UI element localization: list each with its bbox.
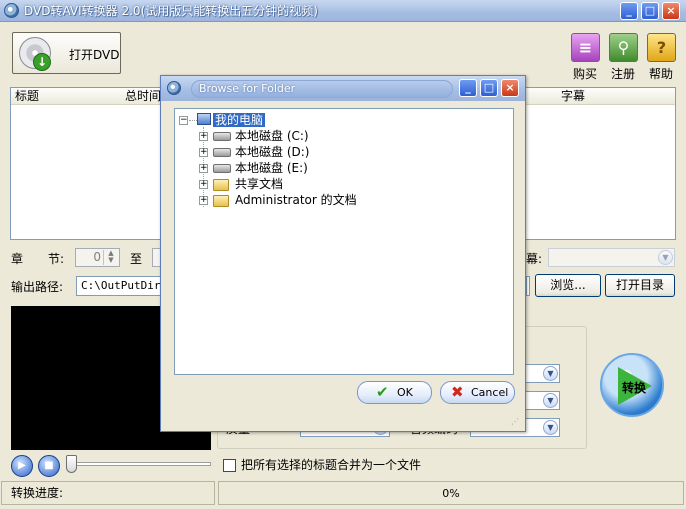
ok-button[interactable]: ✔ OK <box>357 381 432 404</box>
ok-label: OK <box>397 386 413 399</box>
tree-item-drive-d[interactable]: 本地磁盘 (D:) <box>235 144 309 160</box>
minimize-button[interactable]: _ <box>620 2 638 20</box>
column-total-time[interactable]: 总时间 <box>125 89 161 104</box>
tree-line <box>189 120 197 121</box>
chapter-from-value: 0 <box>93 250 101 264</box>
folder-icon <box>213 195 229 207</box>
seek-slider-track[interactable] <box>69 462 211 466</box>
dialog-titlebar[interactable]: Browse for Folder _ □ × <box>161 76 525 101</box>
merge-titles-label[interactable]: 把所有选择的标题合并为一个文件 <box>241 458 421 472</box>
chevron-down-icon[interactable]: ▼ <box>658 250 673 265</box>
resize-grip-icon[interactable]: ⋰ <box>511 417 521 427</box>
key-icon[interactable]: ⚲ <box>609 33 638 62</box>
chevron-down-icon[interactable]: ▼ <box>543 366 558 381</box>
progress-percent: 0% <box>442 487 460 500</box>
progress-label: 转换进度: <box>11 486 64 500</box>
expand-icon[interactable]: + <box>199 164 208 173</box>
collapse-icon[interactable]: − <box>179 116 188 125</box>
chapter-label: 章 <box>11 252 24 266</box>
help-icon[interactable]: ? <box>647 33 676 62</box>
open-directory-button[interactable]: 打开目录 <box>605 274 675 297</box>
play-button[interactable]: ▶ <box>11 455 33 477</box>
status-progress-label-panel: 转换进度: <box>1 481 215 505</box>
browse-folder-dialog: Browse for Folder _ □ × − 我的电脑 + 本地磁盘 (C… <box>160 75 526 432</box>
dialog-minimize-button[interactable]: _ <box>459 79 477 97</box>
app-icon <box>167 81 181 95</box>
buy-label[interactable]: 购买 <box>565 65 605 82</box>
expand-icon[interactable]: + <box>199 132 208 141</box>
dialog-close-button[interactable]: × <box>501 79 519 97</box>
convert-label: 转换 <box>622 381 647 395</box>
open-dvd-button[interactable]: ↓ 打开DVD <box>12 32 121 74</box>
tree-item-label: 我的电脑 <box>213 113 266 127</box>
subtitle-select[interactable]: ▼ <box>548 248 675 267</box>
seek-slider-thumb[interactable] <box>66 455 77 473</box>
dialog-title: Browse for Folder <box>199 82 296 95</box>
tree-item-shared-docs[interactable]: 共享文档 <box>235 176 283 192</box>
stop-button[interactable]: ■ <box>38 455 60 477</box>
tree-item-drive-c[interactable]: 本地磁盘 (C:) <box>235 128 309 144</box>
convert-button[interactable]: 转换 <box>600 353 664 417</box>
folder-tree[interactable]: − 我的电脑 + 本地磁盘 (C:) + 本地磁盘 (D:) + 本地磁盘 (E… <box>174 108 514 375</box>
output-path-field-end <box>526 276 530 296</box>
arrow-down-icon: ↓ <box>33 53 51 71</box>
expand-icon[interactable]: + <box>199 180 208 189</box>
tree-item-drive-e[interactable]: 本地磁盘 (E:) <box>235 160 308 176</box>
merge-titles-checkbox[interactable] <box>223 459 236 472</box>
tree-item-my-computer[interactable]: 我的电脑 <box>213 112 266 128</box>
maximize-button[interactable]: □ <box>641 2 659 20</box>
open-dvd-label: 打开DVD <box>69 48 120 62</box>
browse-button[interactable]: 浏览... <box>535 274 601 297</box>
window-titlebar[interactable]: DVD转AVI转换器 2.0(试用版只能转换出五分钟的视频) _ □ × <box>0 0 686 22</box>
tree-item-admin-docs[interactable]: Administrator 的文档 <box>235 192 357 208</box>
cancel-label: Cancel <box>471 386 509 399</box>
drive-icon <box>213 132 231 141</box>
column-title[interactable]: 标题 <box>15 89 39 104</box>
computer-icon <box>197 113 211 125</box>
cart-icon[interactable]: ≡ <box>571 33 600 62</box>
expand-icon[interactable]: + <box>199 196 208 205</box>
output-path-label: 输出路径: <box>11 280 64 294</box>
chapter-from-stepper[interactable]: 0 ▲ ▼ <box>75 248 120 267</box>
close-button[interactable]: × <box>662 2 680 20</box>
section-label: 节: <box>48 252 65 266</box>
column-subtitle[interactable]: 字幕 <box>561 89 585 104</box>
app-icon[interactable] <box>4 3 19 18</box>
dialog-maximize-button[interactable]: □ <box>480 79 498 97</box>
drive-icon <box>213 148 231 157</box>
cross-icon: ✖ <box>451 383 464 401</box>
chevron-down-icon[interactable]: ▼ <box>543 420 558 435</box>
cancel-button[interactable]: ✖ Cancel <box>440 381 515 404</box>
register-label[interactable]: 注册 <box>603 65 643 82</box>
drive-icon <box>213 164 231 173</box>
to-label: 至 <box>130 252 143 266</box>
expand-icon[interactable]: + <box>199 148 208 157</box>
chevron-down-icon[interactable]: ▼ <box>543 393 558 408</box>
stepper-arrows-icon[interactable]: ▲ ▼ <box>103 250 118 265</box>
help-label[interactable]: 帮助 <box>641 65 681 82</box>
folder-icon <box>213 179 229 191</box>
window-title: DVD转AVI转换器 2.0(试用版只能转换出五分钟的视频) <box>24 4 318 18</box>
output-path-field[interactable]: C:\OutPutDir <box>76 276 166 296</box>
check-icon: ✔ <box>376 383 389 401</box>
subtitle-select-label: 幕: <box>526 252 543 266</box>
progress-bar: 0% <box>218 481 684 505</box>
